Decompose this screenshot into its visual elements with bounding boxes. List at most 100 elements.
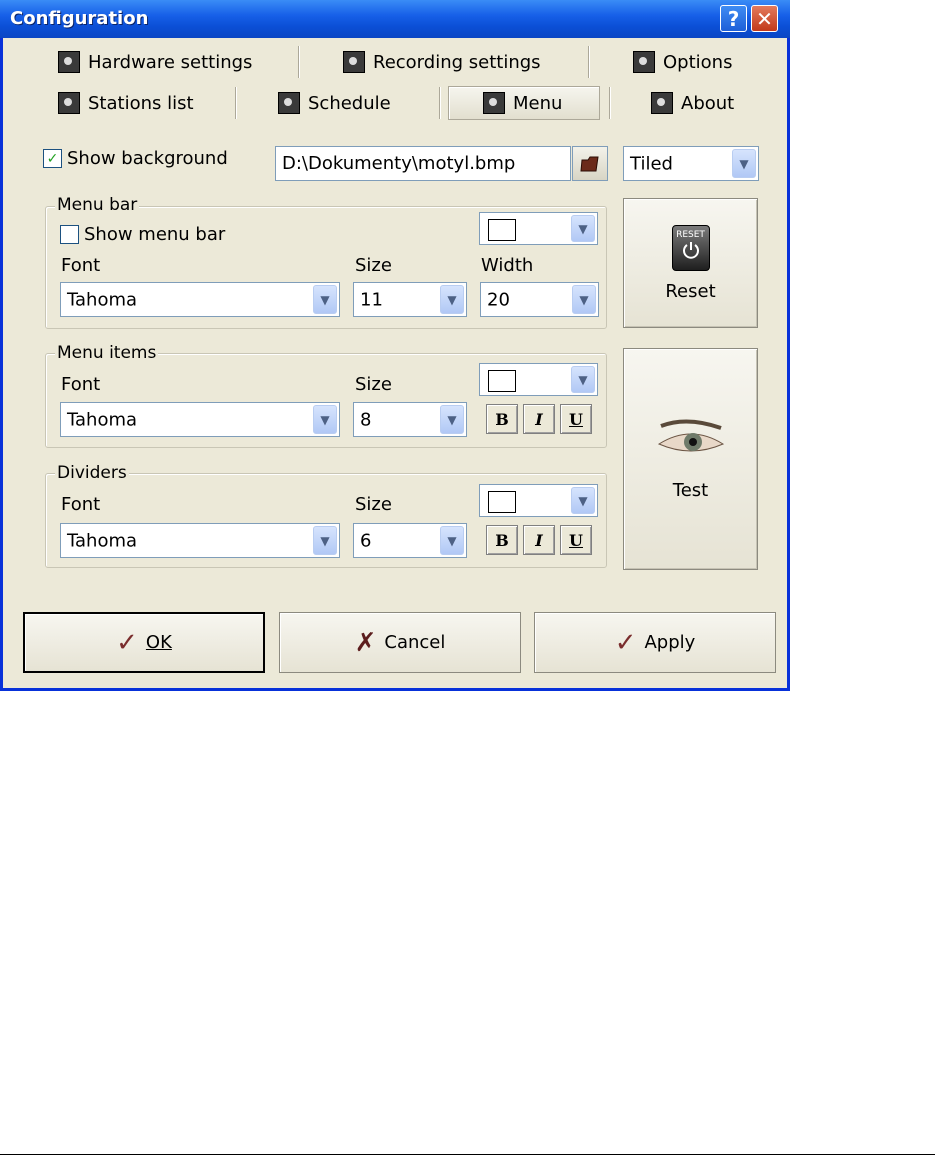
- menu-items-bold-button[interactable]: B: [486, 404, 518, 434]
- tab-stations-list[interactable]: Stations list: [58, 86, 194, 120]
- folder-icon: [580, 156, 599, 171]
- show-background-label: Show background: [67, 148, 228, 169]
- reset-button[interactable]: RESET Reset: [623, 198, 758, 328]
- clock-icon: [278, 92, 300, 114]
- tab-separator: [609, 87, 611, 119]
- menu-items-underline-button[interactable]: U: [560, 404, 592, 434]
- configuration-window: Configuration ? ✕ Hardware settings Reco…: [0, 0, 790, 691]
- title-bar[interactable]: Configuration ? ✕: [0, 0, 790, 38]
- dividers-size-value: 6: [360, 530, 372, 551]
- dividers-font-label: Font: [61, 494, 101, 515]
- tab-label: Schedule: [308, 92, 391, 114]
- checkmark-icon: ✓: [116, 627, 138, 658]
- chevron-down-icon[interactable]: ▼: [571, 215, 595, 242]
- window-title: Configuration: [10, 8, 149, 29]
- ok-button[interactable]: ✓ OK: [23, 612, 265, 673]
- apply-button[interactable]: ✓ Apply: [534, 612, 776, 673]
- eye-icon: [657, 419, 724, 451]
- cancel-label: Cancel: [384, 632, 446, 653]
- chevron-down-icon[interactable]: ▼: [572, 285, 596, 314]
- menu-items-italic-button[interactable]: I: [523, 404, 555, 434]
- power-reset-icon: RESET: [671, 224, 710, 271]
- test-button[interactable]: Test: [623, 348, 758, 570]
- menu-items-font-select[interactable]: Tahoma ▼: [60, 402, 340, 437]
- dividers-legend: Dividers: [55, 463, 129, 483]
- menu-bar-width-select[interactable]: 20 ▼: [480, 282, 599, 317]
- menu-bar-font-value: Tahoma: [67, 289, 138, 310]
- reset-label: Reset: [665, 280, 716, 302]
- menu-items-size-label: Size: [355, 374, 392, 395]
- menu-bar-font-select[interactable]: Tahoma ▼: [60, 282, 340, 317]
- tab-label: Stations list: [88, 92, 194, 114]
- menu-items-font-value: Tahoma: [67, 409, 138, 430]
- checkbox-checked-icon: ✓: [43, 149, 62, 168]
- menu-items-size-value: 8: [360, 409, 372, 430]
- dividers-font-select[interactable]: Tahoma ▼: [60, 523, 340, 558]
- tab-separator: [588, 46, 590, 78]
- signal-icon: [58, 92, 80, 114]
- dividers-bold-button[interactable]: B: [486, 525, 518, 555]
- background-mode-value: Tiled: [630, 153, 673, 174]
- dividers-underline-button[interactable]: U: [560, 525, 592, 555]
- chevron-down-icon[interactable]: ▼: [440, 526, 464, 555]
- menu-bar-width-value: 20: [487, 289, 510, 310]
- menu-bar-legend: Menu bar: [55, 195, 140, 215]
- tab-separator: [235, 87, 237, 119]
- dividers-color-select[interactable]: ▼: [479, 484, 598, 517]
- checkmark-icon: ✓: [614, 627, 637, 658]
- menu-items-color-select[interactable]: ▼: [479, 363, 598, 396]
- close-button[interactable]: ✕: [751, 5, 778, 32]
- menu-bar-size-value: 11: [360, 289, 383, 310]
- tab-schedule[interactable]: Schedule: [278, 86, 391, 120]
- tab-menu[interactable]: Menu: [448, 86, 600, 120]
- background-path-value: D:\Dokumenty\motyl.bmp: [282, 153, 516, 174]
- apply-label: Apply: [644, 632, 696, 653]
- tab-label: About: [681, 92, 735, 114]
- close-icon: ✕: [756, 6, 773, 31]
- menu-bar-font-label: Font: [61, 255, 101, 276]
- tab-separator: [298, 46, 300, 78]
- tab-about[interactable]: About: [651, 86, 734, 120]
- dividers-size-select[interactable]: 6 ▼: [353, 523, 467, 558]
- chevron-down-icon[interactable]: ▼: [440, 405, 464, 434]
- menu-bar-size-select[interactable]: 11 ▼: [353, 282, 467, 317]
- tab-label: Recording settings: [373, 51, 541, 73]
- menu-items-size-select[interactable]: 8 ▼: [353, 402, 467, 437]
- tab-options[interactable]: Options: [633, 45, 732, 79]
- chevron-down-icon[interactable]: ▼: [732, 149, 756, 178]
- page-bottom-rule: [0, 1154, 935, 1155]
- chevron-down-icon[interactable]: ▼: [571, 487, 595, 514]
- tab-hardware-settings[interactable]: Hardware settings: [58, 45, 252, 79]
- menu-items-font-label: Font: [61, 374, 101, 395]
- show-background-checkbox[interactable]: ✓ Show background: [43, 148, 228, 169]
- record-icon: [343, 51, 365, 73]
- help-button[interactable]: ?: [720, 5, 747, 32]
- menu-bar-color-select[interactable]: ▼: [479, 212, 598, 245]
- dividers-font-value: Tahoma: [67, 530, 138, 551]
- menu-items-legend: Menu items: [55, 343, 159, 363]
- menu-bar-size-label: Size: [355, 255, 392, 276]
- tab-label: Hardware settings: [88, 51, 253, 73]
- cancel-button[interactable]: ✗ Cancel: [279, 612, 521, 673]
- menu-bar-width-label: Width: [481, 255, 534, 276]
- browse-button[interactable]: [572, 146, 608, 181]
- tab-recording-settings[interactable]: Recording settings: [343, 45, 541, 79]
- chevron-down-icon[interactable]: ▼: [313, 526, 337, 555]
- tab-separator: [439, 87, 441, 119]
- chevron-down-icon[interactable]: ▼: [313, 405, 337, 434]
- plug-icon: [58, 51, 80, 73]
- chevron-down-icon[interactable]: ▼: [440, 285, 464, 314]
- test-label: Test: [672, 479, 709, 501]
- show-menu-bar-checkbox[interactable]: Show menu bar: [60, 224, 225, 245]
- background-path-input[interactable]: D:\Dokumenty\motyl.bmp: [275, 146, 571, 181]
- menu-icon: [483, 92, 505, 114]
- color-swatch: [488, 370, 516, 392]
- chevron-down-icon[interactable]: ▼: [571, 366, 595, 393]
- checkbox-unchecked-icon: [60, 225, 79, 244]
- dividers-italic-button[interactable]: I: [523, 525, 555, 555]
- monitor-icon: [633, 51, 655, 73]
- background-mode-select[interactable]: Tiled ▼: [623, 146, 759, 181]
- chevron-down-icon[interactable]: ▼: [313, 285, 337, 314]
- help-icon: ?: [727, 6, 740, 31]
- color-swatch: [488, 491, 516, 513]
